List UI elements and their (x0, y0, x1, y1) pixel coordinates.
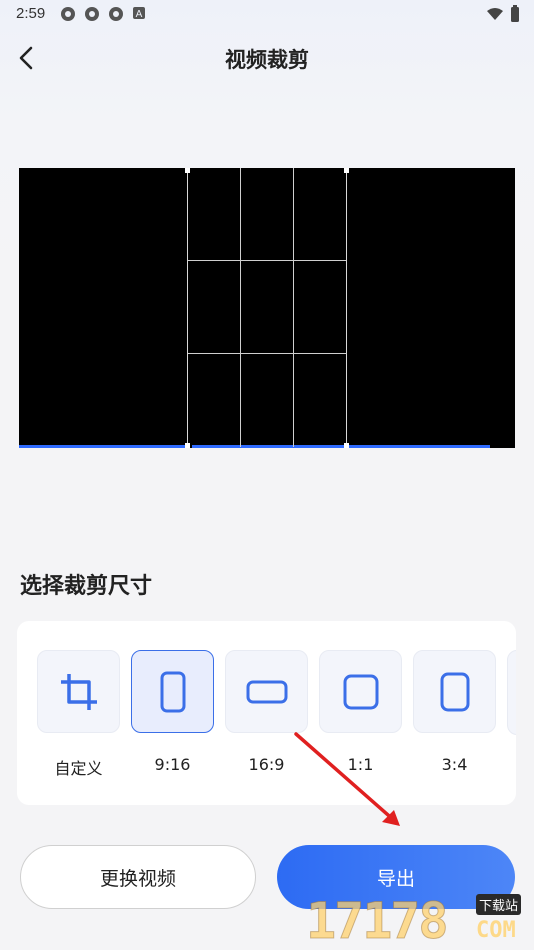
ratio-option-label: 3:4 (441, 755, 468, 774)
ratio-option-box (413, 650, 496, 733)
title-bar: 视频裁剪 (0, 36, 534, 80)
crop-handle-top-right[interactable] (344, 168, 349, 173)
ratio-option-box (131, 650, 214, 733)
change-video-button[interactable]: 更换视频 (20, 845, 256, 909)
wifi-icon (487, 8, 503, 20)
crop-grid-line (188, 260, 346, 261)
crop-handle-bottom-left[interactable] (185, 443, 190, 448)
annotation-arrow (294, 732, 400, 826)
video-progress-bar (19, 445, 187, 448)
crop-handle-bottom-right[interactable] (344, 443, 349, 448)
portrait-rect-icon (160, 671, 185, 712)
crop-grid-line (188, 353, 346, 354)
crop-size-title: 选择裁剪尺寸 (20, 574, 153, 599)
text-a-icon: A (133, 7, 145, 20)
crop-grid-line (240, 168, 241, 447)
ratio-option-9-16[interactable]: 9:16 (131, 650, 214, 780)
page-title: 视频裁剪 (225, 48, 309, 72)
ratio-option-custom[interactable]: 自定义 (37, 650, 120, 780)
video-preview (19, 168, 515, 448)
ratio-option-3-4[interactable]: 3:4 (413, 650, 496, 780)
watermark-badge: 下载站 (476, 894, 522, 915)
ratio-option-label: 9:16 (154, 755, 191, 774)
video-progress-bar (348, 445, 490, 448)
notification-icon (109, 7, 123, 21)
watermark-domain: COM (476, 918, 516, 943)
status-bar: 2:59 A (0, 0, 534, 28)
watermark-logo: 17178 (306, 892, 450, 950)
ratio-option-label: 自定义 (54, 759, 103, 778)
ratio-option-box (225, 650, 308, 733)
ratio-option-box (37, 650, 120, 733)
crop-grid-line (293, 168, 294, 447)
status-notification-icons: A (60, 6, 146, 22)
ratio-option-more[interactable] (507, 650, 516, 735)
portrait-3-4-icon (440, 672, 469, 711)
crop-handle-top-left[interactable] (185, 168, 190, 173)
crop-frame[interactable] (185, 168, 349, 448)
notification-icon (61, 7, 75, 21)
status-system-icons (486, 5, 520, 23)
notification-icon (85, 7, 99, 21)
square-icon (343, 674, 378, 709)
ratio-option-box (319, 650, 402, 733)
watermark: 17178 下载站 COM (306, 888, 534, 950)
svg-text:A: A (136, 9, 143, 20)
battery-icon (511, 5, 519, 22)
ratio-options-panel: 自定义 9:16 16:9 1:1 3:4 (17, 621, 516, 805)
crop-icon (60, 673, 97, 710)
landscape-rect-icon (246, 680, 287, 703)
status-time: 2:59 (16, 5, 46, 22)
